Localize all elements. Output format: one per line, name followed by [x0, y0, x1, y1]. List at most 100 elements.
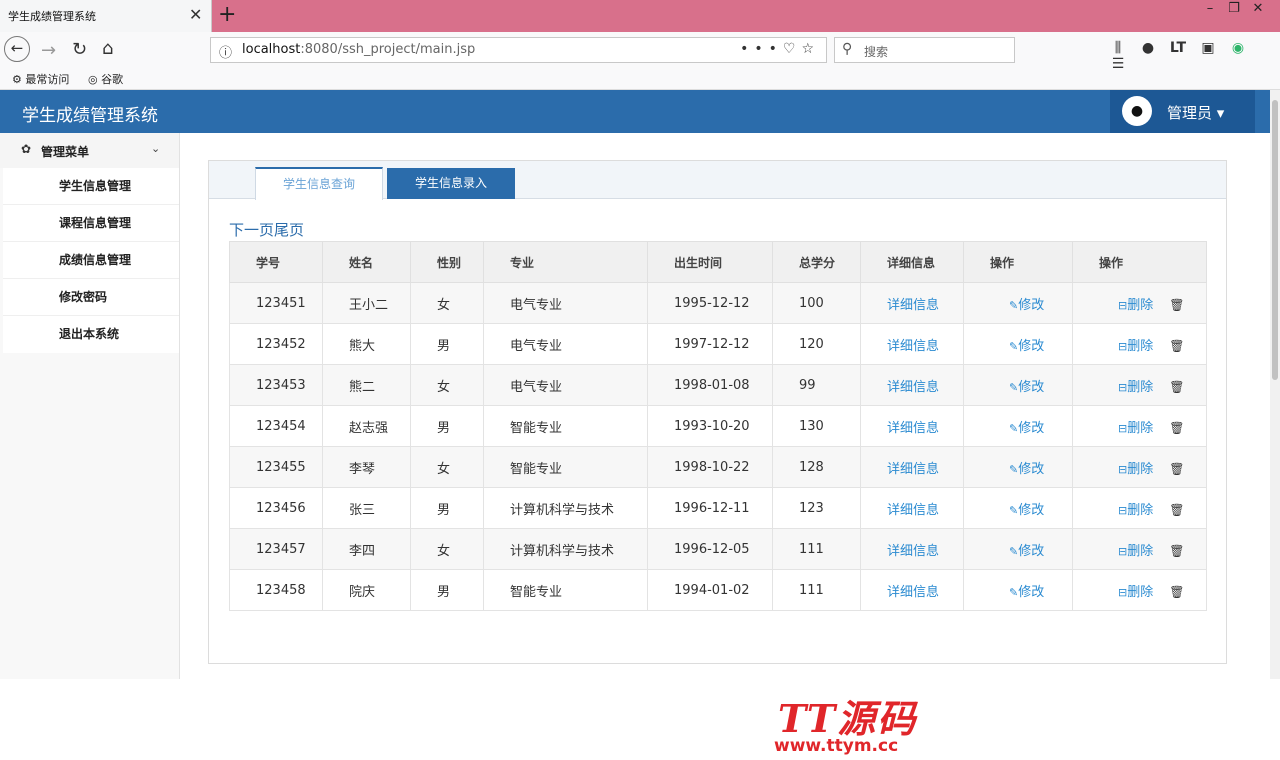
browser-tab-bar: 学生成绩管理系统 ✕ + – ❐ ✕: [0, 0, 1280, 32]
browser-tab[interactable]: 学生成绩管理系统 ✕: [0, 0, 212, 32]
cell-name: 熊大: [322, 323, 411, 365]
extension2-icon[interactable]: ◉: [1223, 40, 1253, 56]
delete-label: 删除: [1127, 543, 1154, 559]
bookmark-google[interactable]: ◎ 谷歌: [88, 71, 123, 87]
trash-icon[interactable]: 🗑: [1169, 298, 1184, 312]
trash-icon[interactable]: 🗑: [1169, 462, 1184, 476]
cell-id: 123453: [229, 364, 323, 406]
tab-student-query[interactable]: 学生信息查询: [255, 167, 383, 200]
content-tabs: 学生信息查询 学生信息录入: [209, 161, 1226, 200]
edit-link[interactable]: ✎修改: [1009, 421, 1044, 436]
library-icon[interactable]: ⫼: [1103, 40, 1133, 56]
detail-link[interactable]: 详细信息: [887, 339, 939, 354]
url-text[interactable]: localhost:8080/ssh_project/main.jsp: [242, 42, 475, 57]
edit-link[interactable]: ✎修改: [1009, 585, 1044, 600]
col-header-detail: 详细信息: [860, 241, 964, 283]
bookmark-most-visited-label: 最常访问: [25, 73, 70, 86]
tab-student-entry[interactable]: 学生信息录入: [387, 168, 515, 199]
delete-link[interactable]: ⊟删除: [1118, 339, 1153, 354]
delete-link[interactable]: ⊟删除: [1118, 503, 1153, 518]
sidebar-toggle-icon[interactable]: ▣: [1193, 40, 1223, 56]
delete-link[interactable]: ⊟删除: [1118, 298, 1153, 313]
sidebar-item-logout[interactable]: 退出本系统: [3, 316, 179, 353]
delete-link[interactable]: ⊟删除: [1118, 421, 1153, 436]
sidebar-item-course-info[interactable]: 课程信息管理: [3, 205, 179, 242]
cell-major: 电气专业: [483, 282, 648, 324]
page-scrollbar[interactable]: [1270, 90, 1280, 679]
cell-credits: 128: [772, 446, 861, 488]
edit-label: 修改: [1018, 502, 1045, 518]
sidebar-item-student-info[interactable]: 学生信息管理: [3, 168, 179, 205]
detail-link[interactable]: 详细信息: [887, 462, 939, 477]
extension-icon[interactable]: ●: [1133, 40, 1163, 56]
cell-name: 赵志强: [322, 405, 411, 447]
cell-edit: ✎修改: [963, 528, 1073, 570]
col-header-delete: 操作: [1072, 241, 1207, 283]
edit-link[interactable]: ✎修改: [1009, 298, 1044, 313]
minimize-icon[interactable]: –: [1198, 1, 1222, 16]
restore-icon[interactable]: ❐: [1222, 1, 1246, 16]
delete-icon: ⊟: [1118, 339, 1128, 353]
col-header-edit: 操作: [963, 241, 1073, 283]
delete-link[interactable]: ⊟删除: [1118, 585, 1153, 600]
translate-icon[interactable]: LT: [1163, 40, 1193, 56]
cell-birth: 1996-12-05: [647, 528, 773, 570]
detail-link[interactable]: 详细信息: [887, 380, 939, 395]
cell-credits: 130: [772, 405, 861, 447]
home-icon[interactable]: ⌂: [102, 38, 113, 59]
bookmark-star-icon[interactable]: ☆: [801, 41, 820, 57]
detail-link[interactable]: 详细信息: [887, 585, 939, 600]
delete-label: 删除: [1127, 297, 1154, 313]
delete-link[interactable]: ⊟删除: [1118, 544, 1153, 559]
bookmark-most-visited[interactable]: ⚙ 最常访问: [12, 71, 69, 87]
edit-link[interactable]: ✎修改: [1009, 339, 1044, 354]
trash-icon[interactable]: 🗑: [1169, 421, 1184, 435]
sidebar-menu-header[interactable]: ✿ 管理菜单 ⌄: [0, 133, 179, 168]
detail-link[interactable]: 详细信息: [887, 503, 939, 518]
url-bar[interactable]: ⓘ localhost:8080/ssh_project/main.jsp ••…: [210, 37, 827, 63]
edit-link[interactable]: ✎修改: [1009, 503, 1044, 518]
trash-icon[interactable]: 🗑: [1169, 544, 1184, 558]
url-actions: •••♡☆: [740, 41, 820, 57]
user-menu[interactable]: ● 管理员 ▾: [1110, 90, 1255, 133]
col-header-credits: 总学分: [772, 241, 861, 283]
close-tab-icon[interactable]: ✕: [189, 5, 202, 24]
delete-link[interactable]: ⊟删除: [1118, 380, 1153, 395]
scrollbar-thumb[interactable]: [1272, 100, 1278, 380]
edit-label: 修改: [1018, 338, 1045, 354]
search-bar[interactable]: ⚲ 搜索: [834, 37, 1015, 63]
edit-icon: ✎: [1009, 380, 1019, 394]
trash-icon[interactable]: 🗑: [1169, 503, 1184, 517]
last-page-link[interactable]: 尾页: [274, 221, 304, 239]
delete-link[interactable]: ⊟删除: [1118, 462, 1153, 477]
edit-link[interactable]: ✎修改: [1009, 462, 1044, 477]
detail-link[interactable]: 详细信息: [887, 544, 939, 559]
cell-delete: ⊟删除 🗑: [1072, 569, 1207, 611]
cell-gender: 男: [410, 323, 484, 365]
page-actions-icon[interactable]: •••: [740, 41, 783, 57]
trash-icon[interactable]: 🗑: [1169, 585, 1184, 599]
back-icon[interactable]: ←: [4, 36, 30, 62]
app-title[interactable]: 学生成绩管理系统: [22, 101, 158, 126]
close-window-icon[interactable]: ✕: [1246, 1, 1270, 16]
col-header-birth: 出生时间: [647, 241, 773, 283]
cell-major: 电气专业: [483, 323, 648, 365]
edit-link[interactable]: ✎修改: [1009, 544, 1044, 559]
forward-icon[interactable]: →: [41, 40, 56, 61]
trash-icon[interactable]: 🗑: [1169, 380, 1184, 394]
student-table: 学号 姓名 性别 专业 出生时间 总学分 详细信息 操作 操作 123451 王小…: [229, 241, 1207, 611]
reload-icon[interactable]: ↻: [72, 39, 87, 60]
new-tab-button[interactable]: +: [218, 2, 236, 27]
sidebar-item-change-password[interactable]: 修改密码: [3, 279, 179, 316]
edit-link[interactable]: ✎修改: [1009, 380, 1044, 395]
trash-icon[interactable]: 🗑: [1169, 339, 1184, 353]
cell-name: 王小二: [322, 282, 411, 324]
detail-link[interactable]: 详细信息: [887, 421, 939, 436]
detail-link[interactable]: 详细信息: [887, 298, 939, 313]
info-icon[interactable]: ⓘ: [219, 42, 232, 61]
sidebar-item-grade-info[interactable]: 成绩信息管理: [3, 242, 179, 279]
next-page-link[interactable]: 下一页: [229, 221, 274, 239]
cell-edit: ✎修改: [963, 487, 1073, 529]
pocket-icon[interactable]: ♡: [783, 41, 802, 57]
sidebar: ✿ 管理菜单 ⌄ 学生信息管理 课程信息管理 成绩信息管理 修改密码 退出本系统: [0, 133, 180, 679]
